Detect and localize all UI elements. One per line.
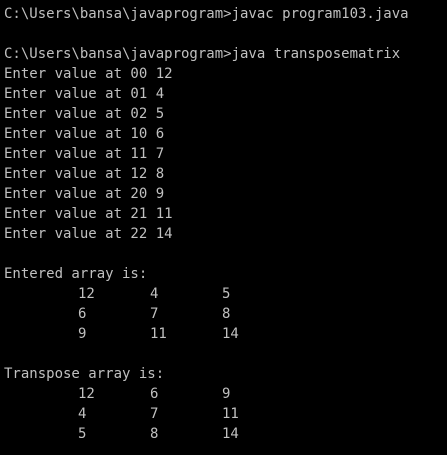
input-line: Enter value at 10 6 <box>4 126 165 142</box>
command-line-run: C:\Users\bansa\javaprogram>java transpos… <box>4 46 401 62</box>
matrix-cell: 6 <box>150 386 159 402</box>
transpose-array-row: 12 6 9 <box>4 384 447 404</box>
entered-array-row: 6 7 8 <box>4 304 447 324</box>
matrix-cell: 14 <box>222 326 239 342</box>
terminal-window[interactable]: C:\Users\bansa\javaprogram>javac program… <box>0 0 447 455</box>
matrix-cell: 7 <box>150 306 159 322</box>
input-line: Enter value at 11 7 <box>4 146 165 162</box>
entered-array-row: 12 4 5 <box>4 284 447 304</box>
matrix-cell: 12 <box>78 286 95 302</box>
matrix-cell: 11 <box>150 326 167 342</box>
matrix-cell: 8 <box>150 426 159 442</box>
transpose-array-heading: Transpose array is: <box>4 366 165 382</box>
matrix-cell: 11 <box>222 406 239 422</box>
transpose-array-row: 5 8 14 <box>4 424 447 444</box>
matrix-cell: 7 <box>150 406 159 422</box>
input-line: Enter value at 22 14 <box>4 226 173 242</box>
matrix-cell: 4 <box>150 286 159 302</box>
matrix-cell: 4 <box>78 406 87 422</box>
input-line: Enter value at 01 4 <box>4 86 165 102</box>
input-line: Enter value at 20 9 <box>4 186 165 202</box>
matrix-cell: 6 <box>78 306 87 322</box>
matrix-cell: 5 <box>78 426 87 442</box>
matrix-cell: 9 <box>78 326 87 342</box>
entered-array-row: 9 11 14 <box>4 324 447 344</box>
command-line-compile: C:\Users\bansa\javaprogram>javac program… <box>4 6 409 22</box>
transpose-array-row: 4 7 11 <box>4 404 447 424</box>
input-line: Enter value at 21 11 <box>4 206 173 222</box>
matrix-cell: 5 <box>222 286 231 302</box>
matrix-cell: 8 <box>222 306 231 322</box>
input-line: Enter value at 02 5 <box>4 106 165 122</box>
matrix-cell: 12 <box>78 386 95 402</box>
matrix-cell: 14 <box>222 426 239 442</box>
entered-array-heading: Entered array is: <box>4 266 148 282</box>
input-line: Enter value at 12 8 <box>4 166 165 182</box>
input-line: Enter value at 00 12 <box>4 66 173 82</box>
matrix-cell: 9 <box>222 386 231 402</box>
